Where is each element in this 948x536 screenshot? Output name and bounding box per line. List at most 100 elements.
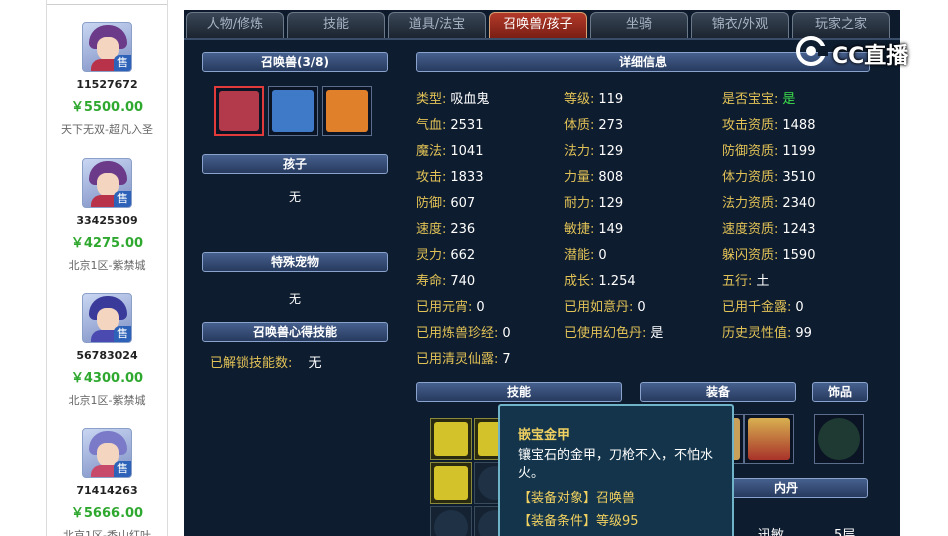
neidan-name: 迅敏 (758, 528, 785, 536)
attribute: 已用如意丹: 0 (564, 296, 646, 315)
attribute-label: 攻击资质: (722, 118, 779, 133)
attribute-value: 99 (795, 326, 812, 341)
attribute: 攻击资质: 1488 (722, 114, 815, 133)
watermark-text: CC直播 (832, 44, 909, 69)
attribute-label: 速度: (416, 222, 447, 237)
empty-slot-icon (434, 510, 468, 536)
tab-2[interactable]: 道具/法宝 (388, 12, 486, 38)
attribute-label: 体质: (564, 118, 595, 133)
summon-header: 召唤兽(3/8) (202, 52, 388, 72)
character-avatar[interactable]: 售 (82, 428, 132, 478)
attribute-value: 808 (598, 170, 624, 185)
summon-slot[interactable] (322, 86, 372, 136)
tab-4[interactable]: 坐骑 (590, 12, 688, 38)
tab-0[interactable]: 人物/修炼 (186, 12, 284, 38)
attribute-label: 法力: (564, 144, 595, 159)
sale-badge: 售 (114, 461, 131, 477)
attribute-label: 灵力: (416, 248, 447, 263)
attribute-value: 是 (650, 326, 664, 341)
sale-badge: 售 (114, 326, 131, 342)
attribute-label: 气血: (416, 118, 447, 133)
seller-card[interactable]: 售 11527672 ￥5500.00 天下无双-超凡入圣 (47, 22, 167, 137)
orange-beast-icon (326, 90, 368, 132)
tab-5[interactable]: 锦衣/外观 (691, 12, 789, 38)
attribute-value: 740 (450, 274, 476, 289)
special-pet-value: 无 (288, 292, 301, 306)
attribute-value: 吸血鬼 (450, 92, 490, 107)
tab-3[interactable]: 召唤兽/孩子 (489, 12, 587, 38)
seller-card[interactable]: 售 33425309 ￥4275.00 北京1区-紫禁城 (47, 158, 167, 273)
summon-slot[interactable] (268, 86, 318, 136)
red-beast-icon (219, 91, 259, 131)
empty-ornament-icon (818, 418, 860, 460)
tooltip-requirement: 【装备条件】等级95 (518, 514, 639, 529)
attribute: 潜能: 0 (564, 244, 607, 263)
special-pet-header: 特殊宠物 (202, 252, 388, 272)
divider (47, 4, 167, 5)
attribute-value: 土 (756, 274, 770, 289)
skill-slot[interactable] (430, 462, 472, 504)
seller-list: 售 11527672 ￥5500.00 天下无双-超凡入圣售 33425309 ￥4275… (46, 0, 168, 536)
summon-slot[interactable] (214, 86, 264, 136)
attribute-label: 已用千金露: (722, 300, 792, 315)
character-avatar[interactable]: 售 (82, 22, 132, 72)
attribute-label: 躲闪资质: (722, 248, 779, 263)
attribute-label: 已用清灵仙露: (416, 352, 499, 367)
server-name: 北京1区-香山红叶 (63, 529, 151, 536)
listing-id: 11527672 (76, 78, 138, 91)
attribute: 等级: 119 (564, 88, 623, 107)
attribute: 躲闪资质: 1590 (722, 244, 815, 263)
attribute-value: 2340 (782, 196, 816, 211)
character-avatar[interactable]: 售 (82, 158, 132, 208)
golden-armor-icon (748, 418, 790, 460)
attribute: 已用清灵仙露: 7 (416, 348, 511, 367)
attribute: 法力资质: 2340 (722, 192, 815, 211)
figure-skill-icon (434, 466, 468, 500)
attribute-value: 0 (476, 300, 485, 315)
skills-header: 技能 (416, 382, 622, 402)
listing-id: 56783024 (76, 349, 138, 362)
attribute: 成长: 1.254 (564, 270, 636, 289)
sale-badge: 售 (114, 191, 131, 207)
attribute-label: 历史灵性值: (722, 326, 792, 341)
attribute-value: 236 (450, 222, 476, 237)
ornament-slot[interactable] (814, 414, 864, 464)
attribute: 灵力: 662 (416, 244, 475, 263)
attribute: 魔法: 1041 (416, 140, 483, 159)
attribute: 五行: 土 (722, 270, 769, 289)
attribute-label: 已用元宵: (416, 300, 473, 315)
character-avatar[interactable]: 售 (82, 293, 132, 343)
attribute-value: 7 (502, 352, 511, 367)
server-name: 天下无双-超凡入圣 (61, 123, 153, 136)
attribute-value: 是 (782, 92, 796, 107)
attribute-label: 魔法: (416, 144, 447, 159)
child-value: 无 (288, 190, 301, 204)
attribute: 气血: 2531 (416, 114, 483, 133)
attribute-label: 速度资质: (722, 222, 779, 237)
attribute-value: 0 (795, 300, 804, 315)
tab-1[interactable]: 技能 (287, 12, 385, 38)
attribute-label: 五行: (722, 274, 753, 289)
attribute-value: 1833 (450, 170, 484, 185)
unlocked-skills-value: 无 (308, 356, 322, 371)
tooltip-title: 嵌宝金甲 (518, 428, 571, 443)
attribute-label: 等级: (564, 92, 595, 107)
attribute-value: 0 (637, 300, 646, 315)
attribute-label: 是否宝宝: (722, 92, 779, 107)
child-header: 孩子 (202, 154, 388, 174)
equip-slot-armor[interactable] (744, 414, 794, 464)
listing-price: ￥5500.00 (70, 100, 144, 115)
listing-id: 33425309 (76, 214, 138, 227)
seller-card[interactable]: 售 56783024 ￥4300.00 北京1区-紫禁城 (47, 293, 167, 408)
listing-price: ￥5666.00 (70, 506, 144, 521)
skill-slot[interactable] (430, 418, 472, 460)
attribute: 已用元宵: 0 (416, 296, 485, 315)
attribute: 已用炼兽珍经: 0 (416, 322, 511, 341)
attribute-value: 1.254 (598, 274, 636, 289)
seller-card[interactable]: 售 71414263 ￥5666.00 北京1区-香山红叶 (47, 428, 167, 536)
attribute-value: 2531 (450, 118, 484, 133)
attribute: 已使用幻色丹: 是 (564, 322, 663, 341)
attribute: 防御资质: 1199 (722, 140, 815, 159)
attribute: 力量: 808 (564, 166, 623, 185)
unlocked-skills-row: 已解锁技能数: 无 (210, 352, 322, 371)
